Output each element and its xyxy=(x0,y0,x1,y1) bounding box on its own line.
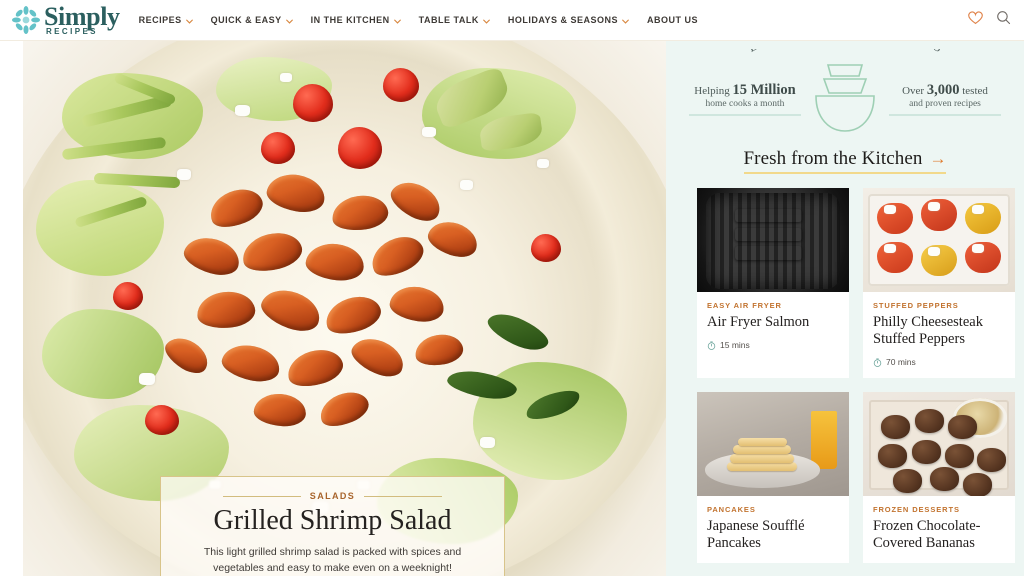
recipe-card[interactable]: EASY AIR FRYER Air Fryer Salmon 15 mins xyxy=(697,188,849,378)
nav-item-about-us[interactable]: ABOUT US xyxy=(638,15,707,25)
promo-stats-row: Helping 15 Million home cooks a month Ov… xyxy=(666,64,1024,167)
recipe-category[interactable]: PANCAKES xyxy=(707,505,839,514)
chevron-down-icon xyxy=(285,18,293,25)
promo-left-value: 15 Million xyxy=(732,82,796,98)
nav-item-quick-and-easy[interactable]: QUICK & EASY xyxy=(202,15,302,25)
search-icon[interactable] xyxy=(996,10,1011,30)
hero-image[interactable]: SALADS Grilled Shrimp Salad This light g… xyxy=(23,41,666,576)
recipe-card-image[interactable] xyxy=(697,392,849,496)
recipe-card[interactable]: PANCAKES Japanese Soufflé Pancakes xyxy=(697,392,849,563)
recipe-card-image[interactable] xyxy=(863,392,1015,496)
recipe-time-label: 70 mins xyxy=(886,357,916,367)
site-logo[interactable]: Simply RECIPES xyxy=(11,1,120,36)
recipe-card-image[interactable] xyxy=(697,188,849,292)
hero-description: This light grilled shrimp salad is packe… xyxy=(203,545,462,574)
recipe-time: 70 mins xyxy=(873,357,1005,367)
promo-banner: Less stress & MORE JOY since 2003 Helpin… xyxy=(666,41,1024,146)
logo-subtitle: RECIPES xyxy=(46,26,98,36)
nav-label: RECIPES xyxy=(138,15,182,25)
recipe-card-image[interactable] xyxy=(863,188,1015,292)
promo-left-lead: Helping xyxy=(694,85,730,97)
divider-left xyxy=(222,495,301,497)
recipe-card-body: STUFFED PEPPERS Philly Cheesesteak Stuff… xyxy=(863,292,1015,378)
nav-item-in-the-kitchen[interactable]: IN THE KITCHEN xyxy=(302,15,410,25)
recipe-category[interactable]: FROZEN DESSERTS xyxy=(873,505,1005,514)
nav-item-holidays-and-seasons[interactable]: HOLIDAYS & SEASONS xyxy=(499,15,638,25)
logo-wordmark: Simply xyxy=(44,1,120,31)
recipe-time: 15 mins xyxy=(707,340,839,350)
nav-item-recipes[interactable]: RECIPES xyxy=(139,15,202,25)
nav-label: QUICK & EASY xyxy=(210,15,282,25)
promo-stat-left: Helping 15 Million home cooks a month xyxy=(689,83,801,116)
header-actions xyxy=(968,10,1011,30)
chevron-down-icon xyxy=(482,18,490,25)
recipe-title[interactable]: Air Fryer Salmon xyxy=(707,314,839,331)
chevron-down-icon xyxy=(622,18,629,25)
hero-category-label[interactable]: SALADS xyxy=(310,491,355,501)
recipe-title[interactable]: Frozen Chocolate-Covered Bananas xyxy=(873,518,1005,552)
recipe-card-body: EASY AIR FRYER Air Fryer Salmon 15 mins xyxy=(697,292,849,361)
divider-right xyxy=(364,495,443,497)
promo-right-value: 3,000 xyxy=(926,82,960,98)
hero-section: SALADS Grilled Shrimp Salad This light g… xyxy=(0,41,666,576)
recipe-category[interactable]: STUFFED PEPPERS xyxy=(873,301,1005,310)
recipe-title[interactable]: Japanese Soufflé Pancakes xyxy=(707,518,839,552)
site-header: Simply RECIPES RECIPES QUICK & EASY IN T… xyxy=(0,0,1024,41)
recipe-card[interactable]: STUFFED PEPPERS Philly Cheesesteak Stuff… xyxy=(863,188,1015,378)
recipe-time-label: 15 mins xyxy=(720,340,750,350)
nav-label: HOLIDAYS & SEASONS xyxy=(507,15,619,25)
recipe-category[interactable]: EASY AIR FRYER xyxy=(707,301,839,310)
heart-icon[interactable] xyxy=(968,10,983,30)
promo-right-sub: and proven recipes xyxy=(909,99,981,109)
chevron-down-icon xyxy=(393,18,401,25)
nav-label: ABOUT US xyxy=(647,15,699,25)
timer-icon xyxy=(873,358,882,367)
promo-underline-right xyxy=(889,114,1001,116)
hero-recipe-card[interactable]: SALADS Grilled Shrimp Salad This light g… xyxy=(160,476,505,576)
recipe-card[interactable]: FROZEN DESSERTS Frozen Chocolate-Covered… xyxy=(863,392,1015,563)
promo-left-sub: home cooks a month xyxy=(705,99,785,109)
recipe-card-body: FROZEN DESSERTS Frozen Chocolate-Covered… xyxy=(863,496,1015,563)
promo-right-lead: Over xyxy=(902,85,925,97)
timer-icon xyxy=(707,341,716,350)
promo-underline-left xyxy=(689,114,801,116)
recipe-title[interactable]: Philly Cheesesteak Stuffed Peppers xyxy=(873,314,1005,348)
main-nav: RECIPES QUICK & EASY IN THE KITCHEN TABL… xyxy=(139,15,707,25)
hero-eyebrow-row: SALADS xyxy=(183,491,482,501)
recipe-card-body: PANCAKES Japanese Soufflé Pancakes xyxy=(697,496,849,563)
sidebar-rail: Less stress & MORE JOY since 2003 Helpin… xyxy=(666,41,1024,576)
promo-stat-right: Over 3,000 tested and proven recipes xyxy=(889,83,1001,116)
nav-label: IN THE KITCHEN xyxy=(310,15,390,25)
chevron-down-icon xyxy=(185,18,193,25)
hero-title[interactable]: Grilled Shrimp Salad xyxy=(183,505,482,537)
flower-starburst-icon xyxy=(11,5,41,35)
promo-right-trail: tested xyxy=(962,85,988,97)
nav-item-table-talk[interactable]: TABLE TALK xyxy=(410,15,499,25)
nav-label: TABLE TALK xyxy=(418,15,479,25)
recipe-card-grid: EASY AIR FRYER Air Fryer Salmon 15 mins xyxy=(666,188,1024,563)
stacked-mixing-bowls-icon xyxy=(805,55,885,139)
